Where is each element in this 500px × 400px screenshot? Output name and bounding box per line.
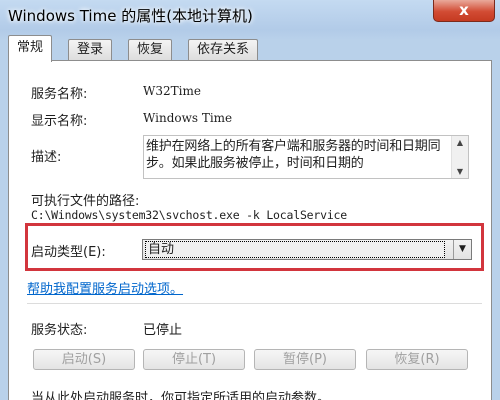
tab-recovery[interactable]: 恢复: [128, 39, 173, 61]
start-button[interactable]: 启动(S): [33, 349, 135, 370]
tab-general[interactable]: 常规: [8, 35, 53, 62]
service-name-value: W32Time: [143, 84, 201, 98]
service-status-value: 已停止: [143, 323, 183, 338]
start-params-hint: 当从此处启动服务时，你可指定所适用的启动参数。: [31, 391, 331, 400]
display-name-value: Windows Time: [143, 111, 233, 125]
tab-strip: 常规 登录 恢复 依存关系: [8, 33, 492, 62]
divider: [27, 303, 482, 304]
tab-logon[interactable]: 登录: [68, 39, 113, 61]
close-button[interactable]: x: [433, 0, 495, 22]
resume-button[interactable]: 恢复(R): [366, 349, 468, 370]
startup-type-label: 启动类型(E):: [31, 245, 106, 260]
description-textbox[interactable]: 维护在网络上的所有客户端和服务器的时间和日期同步。如果此服务被停止，时间和日期的…: [143, 135, 469, 179]
description-text: 维护在网络上的所有客户端和服务器的时间和日期同步。如果此服务被停止，时间和日期的: [146, 139, 441, 171]
exe-path-label: 可执行文件的路径:: [31, 194, 140, 209]
chevron-down-icon[interactable]: ▼: [453, 240, 471, 259]
scroll-up-icon[interactable]: ▲: [452, 138, 468, 147]
tab-dependencies[interactable]: 依存关系: [188, 39, 259, 61]
description-label: 描述:: [31, 150, 62, 165]
pause-button[interactable]: 暂停(P): [254, 349, 356, 370]
display-name-label: 显示名称:: [31, 114, 88, 129]
startup-type-value: 自动: [145, 241, 445, 258]
service-name-label: 服务名称:: [31, 87, 88, 102]
title-bar: Windows Time 的属性(本地计算机) x: [0, 0, 500, 30]
exe-path-value: C:\Windows\system32\svchost.exe -k Local…: [31, 208, 348, 222]
help-configure-link[interactable]: 帮助我配置服务启动选项。: [27, 278, 183, 297]
stop-button[interactable]: 停止(T): [143, 349, 245, 370]
scroll-down-icon[interactable]: ▼: [452, 167, 468, 176]
close-icon: x: [459, 1, 469, 19]
window-title: Windows Time 的属性(本地计算机): [8, 7, 253, 25]
startup-type-select[interactable]: 自动 ▼: [142, 239, 472, 260]
service-status-label: 服务状态:: [31, 323, 88, 338]
general-panel: 服务名称: W32Time 显示名称: Windows Time 描述: 维护在…: [8, 60, 492, 400]
service-properties-window: Windows Time 的属性(本地计算机) x 常规 登录 恢复 依存关系 …: [0, 0, 500, 400]
description-scrollbar[interactable]: ▲ ▼: [451, 136, 468, 178]
